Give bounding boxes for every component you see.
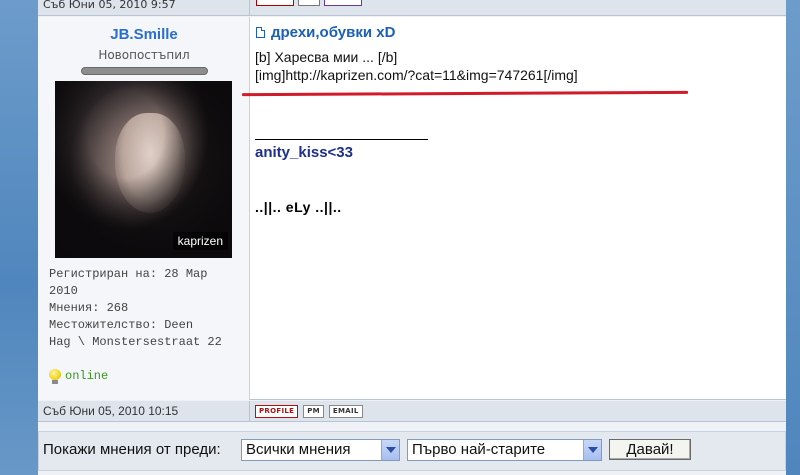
chevron-down-icon[interactable] bbox=[583, 440, 601, 460]
document-icon bbox=[256, 27, 265, 38]
forum-post-frame: Съб Юни 05, 2010 9:57 JB.Smille Новопост… bbox=[38, 0, 786, 475]
info-line: Hag \ Monstersestraat 22 bbox=[49, 335, 222, 349]
lightbulb-icon bbox=[49, 369, 61, 384]
post-footer: Съб Юни 05, 2010 10:15 PROFILE PM EMAIL bbox=[38, 400, 786, 422]
signature-separator bbox=[255, 139, 428, 140]
info-line: 2010 bbox=[49, 284, 78, 298]
info-line: Регистриран на: 28 Мар bbox=[49, 267, 208, 281]
post-subject: дрехи,обувки xD bbox=[256, 24, 395, 41]
post-body: [b] Харесва мии ... [/b] [img]http://kap… bbox=[255, 48, 578, 84]
post-message: дрехи,обувки xD [b] Харесва мии ... [/b]… bbox=[241, 17, 786, 400]
order-select[interactable]: Първо най-старите bbox=[407, 439, 602, 461]
signature-line-1: anity_kiss<33 bbox=[255, 144, 353, 161]
online-label: online bbox=[65, 369, 109, 383]
post-date: Съб Юни 05, 2010 10:15 bbox=[38, 400, 250, 422]
filter-label: Покажи мнения от преди: bbox=[43, 441, 221, 458]
previous-post-footer: Съб Юни 05, 2010 9:57 bbox=[38, 0, 786, 16]
email-button[interactable]: EMAIL bbox=[328, 404, 363, 418]
period-select-value: Всички мнения bbox=[246, 441, 351, 458]
display-filter-bar: Покажи мнения от преди: Всички мнения Пъ… bbox=[38, 424, 786, 475]
previous-profile-button[interactable] bbox=[256, 0, 294, 6]
online-status: online bbox=[49, 368, 108, 385]
red-underline-annotation bbox=[241, 90, 689, 97]
post-body-line: [img]http://kaprizen.com/?cat=11&img=747… bbox=[255, 67, 578, 83]
page-background-right bbox=[786, 0, 800, 475]
rank-bar bbox=[81, 67, 208, 75]
author-info: Регистриран на: 28 Мар 2010 Мнения: 268 … bbox=[49, 266, 245, 384]
go-button[interactable]: Давай! bbox=[609, 439, 691, 460]
page-background-left bbox=[0, 0, 38, 475]
avatar: kaprizen bbox=[55, 81, 232, 258]
signature-line-2: ..||.. eLy ..||.. bbox=[255, 199, 342, 215]
post-footer-buttons: PROFILE PM EMAIL bbox=[250, 404, 363, 418]
post-subject-text: дрехи,обувки xD bbox=[271, 24, 396, 41]
profile-button[interactable]: PROFILE bbox=[255, 404, 299, 418]
period-select[interactable]: Всички мнения bbox=[241, 439, 400, 461]
info-line: Мнения: 268 bbox=[49, 301, 129, 315]
author-username[interactable]: JB.Smille bbox=[38, 26, 250, 43]
author-profile: JB.Smille Новопостъпил kaprizen Регистри… bbox=[38, 17, 250, 400]
author-rank: Новопостъпил bbox=[98, 48, 190, 62]
chevron-down-icon[interactable] bbox=[381, 440, 399, 460]
info-line: Местожителство: Deen bbox=[49, 318, 194, 332]
avatar-watermark: kaprizen bbox=[172, 232, 228, 250]
post-body-line: [b] Харесва мии ... [/b] bbox=[255, 49, 398, 65]
pm-button[interactable]: PM bbox=[303, 404, 324, 418]
previous-skype-button[interactable] bbox=[324, 0, 362, 6]
previous-post-buttons bbox=[250, 0, 362, 15]
order-select-value: Първо най-старите bbox=[412, 441, 546, 458]
previous-post-date: Съб Юни 05, 2010 9:57 bbox=[38, 0, 250, 15]
previous-pm-button[interactable] bbox=[298, 0, 320, 6]
post: JB.Smille Новопостъпил kaprizen Регистри… bbox=[38, 17, 786, 400]
